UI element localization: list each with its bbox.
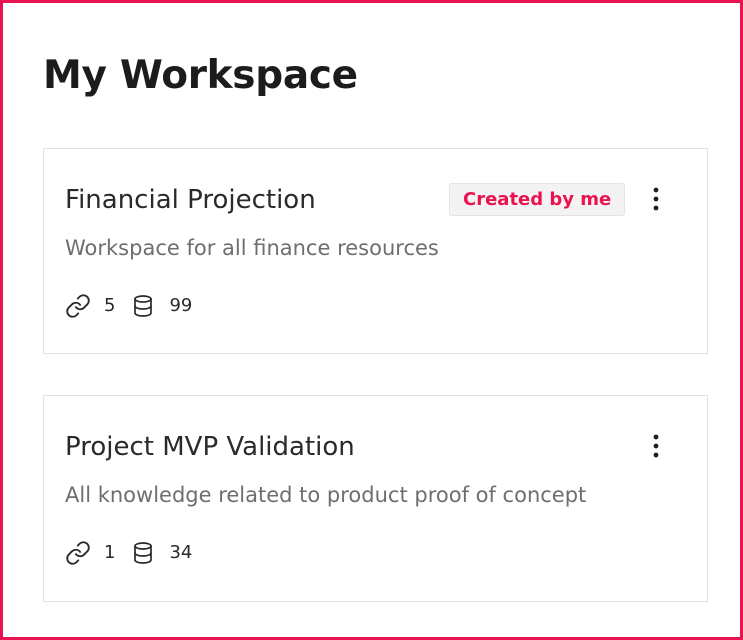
- links-count: 5: [104, 295, 116, 316]
- page-title: My Workspace: [43, 53, 358, 98]
- datasets-count: 99: [169, 295, 193, 316]
- workspace-description: Workspace for all finance resources: [65, 236, 439, 260]
- link-icon: [64, 293, 92, 319]
- database-icon: [129, 540, 157, 566]
- database-icon: [129, 293, 157, 319]
- workspace-stats: 5 99: [64, 293, 206, 319]
- more-options-button[interactable]: [644, 432, 668, 460]
- more-vertical-icon: [653, 434, 659, 458]
- workspace-title[interactable]: Project MVP Validation: [65, 430, 355, 464]
- link-icon: [64, 540, 92, 566]
- more-vertical-icon: [653, 187, 659, 211]
- workspace-title[interactable]: Financial Projection: [65, 183, 316, 217]
- datasets-count: 34: [169, 542, 193, 563]
- workspace-card[interactable]: Project MVP Validation All knowledge rel…: [43, 395, 708, 602]
- workspace-description: All knowledge related to product proof o…: [65, 483, 587, 507]
- created-by-me-badge: Created by me: [449, 183, 626, 216]
- workspace-card[interactable]: Financial Projection Created by me Works…: [43, 148, 708, 354]
- links-count: 1: [104, 542, 116, 563]
- more-options-button[interactable]: [644, 185, 668, 213]
- workspace-panel: My Workspace Financial Projection Create…: [0, 0, 743, 640]
- workspace-stats: 1 34: [64, 540, 206, 566]
